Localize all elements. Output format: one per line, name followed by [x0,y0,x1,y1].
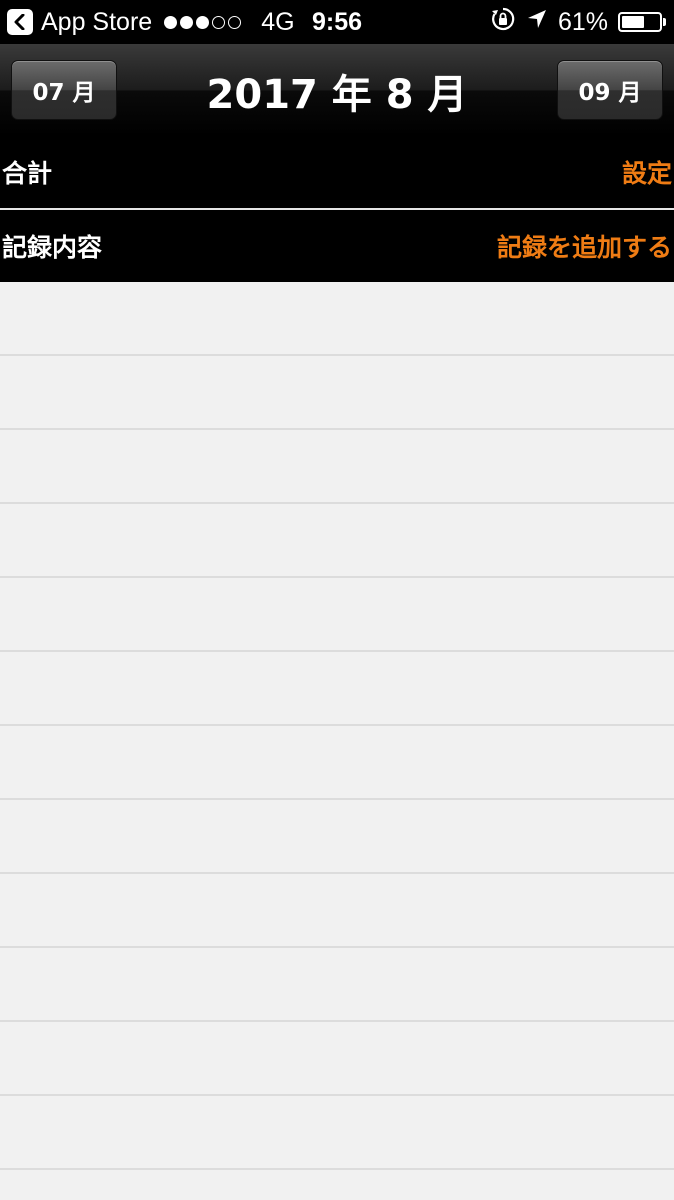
total-section-header: 合計 設定 [0,136,674,208]
records-label: 記録内容 [2,233,103,262]
status-left[interactable]: App Store 4G [0,8,295,37]
list-item[interactable] [0,800,674,874]
network-type: 4G [261,7,295,36]
battery-fill [622,16,644,28]
status-right: 61% [490,0,666,44]
signal-dot [228,15,242,29]
back-chevron-icon[interactable] [7,9,33,35]
list-item[interactable] [0,652,674,726]
status-bar: App Store 4G 9:56 61% [0,0,674,44]
record-list[interactable] [0,282,674,1170]
list-item[interactable] [0,504,674,578]
signal-strength [164,15,242,29]
location-arrow-icon [526,8,548,37]
settings-button[interactable]: 設定 [622,154,672,190]
signal-dot [196,15,210,29]
back-app-label[interactable]: App Store [41,8,152,37]
list-item[interactable] [0,726,674,800]
list-item[interactable] [0,430,674,504]
list-item[interactable] [0,1022,674,1096]
total-label: 合計 [2,159,53,188]
signal-dot [164,15,178,29]
list-item[interactable] [0,578,674,652]
add-record-button[interactable]: 記録を追加する [497,228,672,264]
list-item[interactable] [0,1096,674,1170]
status-time: 9:56 [312,8,363,36]
list-item[interactable] [0,948,674,1022]
signal-dot [180,15,194,29]
list-item[interactable] [0,356,674,430]
list-item[interactable] [0,874,674,948]
battery-percent: 61% [557,7,608,36]
next-month-button[interactable]: 09 月 [557,60,663,120]
signal-dot [212,15,226,29]
records-section-header: 記録内容 記録を追加する [0,210,674,282]
month-nav-bar: 07 月 2017 年 8 月 09 月 [0,44,674,136]
list-item[interactable] [0,282,674,356]
battery-icon [618,12,666,32]
rotation-lock-icon [490,6,516,39]
